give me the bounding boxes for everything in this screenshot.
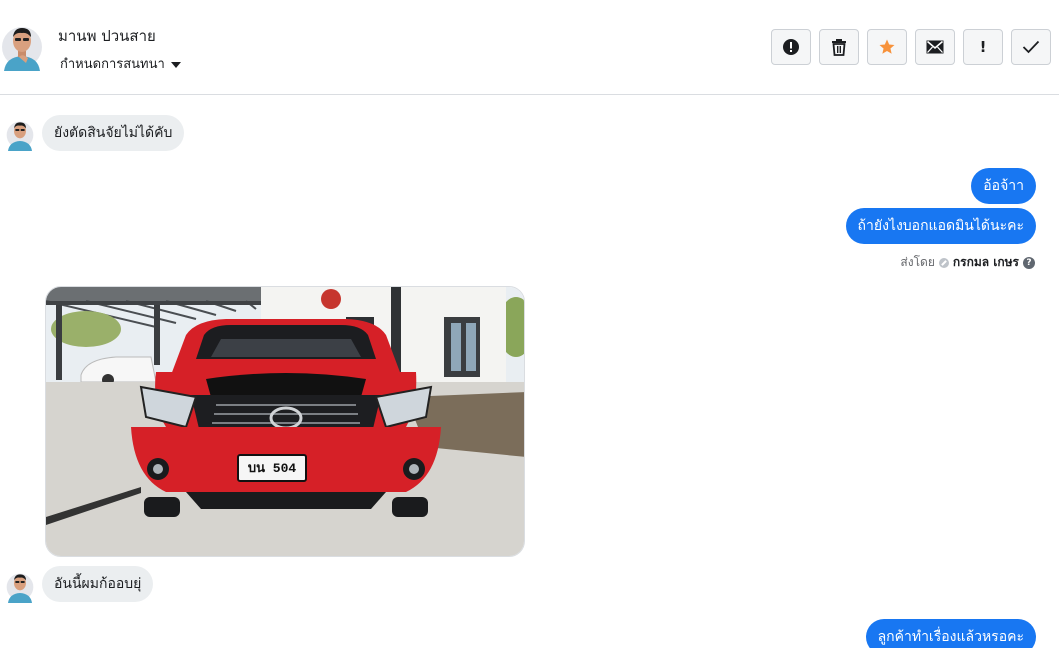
message-bubble-outgoing: ลูกค้าทำเรื่องแล้วหรอคะ (865, 619, 1036, 648)
assign-conversation-dropdown[interactable]: กำหนดการสนทนา (60, 53, 181, 74)
customer-avatar-small (6, 573, 34, 603)
follow-up-button[interactable]: ! (963, 29, 1003, 65)
sent-by-info: ส่งโดย กรกมล เกษร ? (900, 253, 1035, 272)
customer-avatar[interactable] (2, 23, 42, 71)
conversation-header: มานพ ปวนสาย กำหนดการสนทนา ! (0, 0, 1059, 95)
caret-down-icon (170, 61, 181, 68)
car-photo: บน 504 (46, 287, 524, 556)
message-bubble-incoming: ยังตัดสินจัยไม่ได้คับ (42, 115, 185, 151)
message-bubble-outgoing: ถ้ายังไงบอกแอดมินได้นะคะ (845, 208, 1036, 244)
star-button[interactable] (867, 29, 907, 65)
conversation-toolbar: ! (771, 29, 1051, 65)
mark-unread-button[interactable] (915, 29, 955, 65)
verified-icon (938, 257, 949, 268)
license-plate-text: บน 504 (248, 461, 297, 476)
sent-by-label: ส่งโดย (900, 255, 935, 269)
customer-avatar-small (6, 121, 34, 151)
message-bubble-outgoing: อ้อจ้าา (971, 168, 1036, 204)
customer-name: มานพ ปวนสาย (58, 27, 156, 45)
mark-spam-button[interactable] (771, 29, 811, 65)
mark-done-button[interactable] (1011, 29, 1051, 65)
exclamation-icon: ! (979, 38, 987, 56)
message-image[interactable]: บน 504 (45, 286, 525, 557)
assign-conversation-label: กำหนดการสนทนา (60, 57, 165, 72)
trash-icon (832, 39, 846, 56)
message-bubble-incoming: อันนี้ผมก้ออบยุ่ (42, 566, 154, 602)
star-icon (879, 39, 895, 54)
sent-by-agent: กรกมล เกษร (952, 255, 1019, 269)
check-icon (1022, 40, 1040, 54)
mail-icon (926, 40, 944, 54)
help-icon[interactable]: ? (1023, 256, 1035, 269)
delete-button[interactable] (819, 29, 859, 65)
alert-icon (783, 39, 799, 55)
